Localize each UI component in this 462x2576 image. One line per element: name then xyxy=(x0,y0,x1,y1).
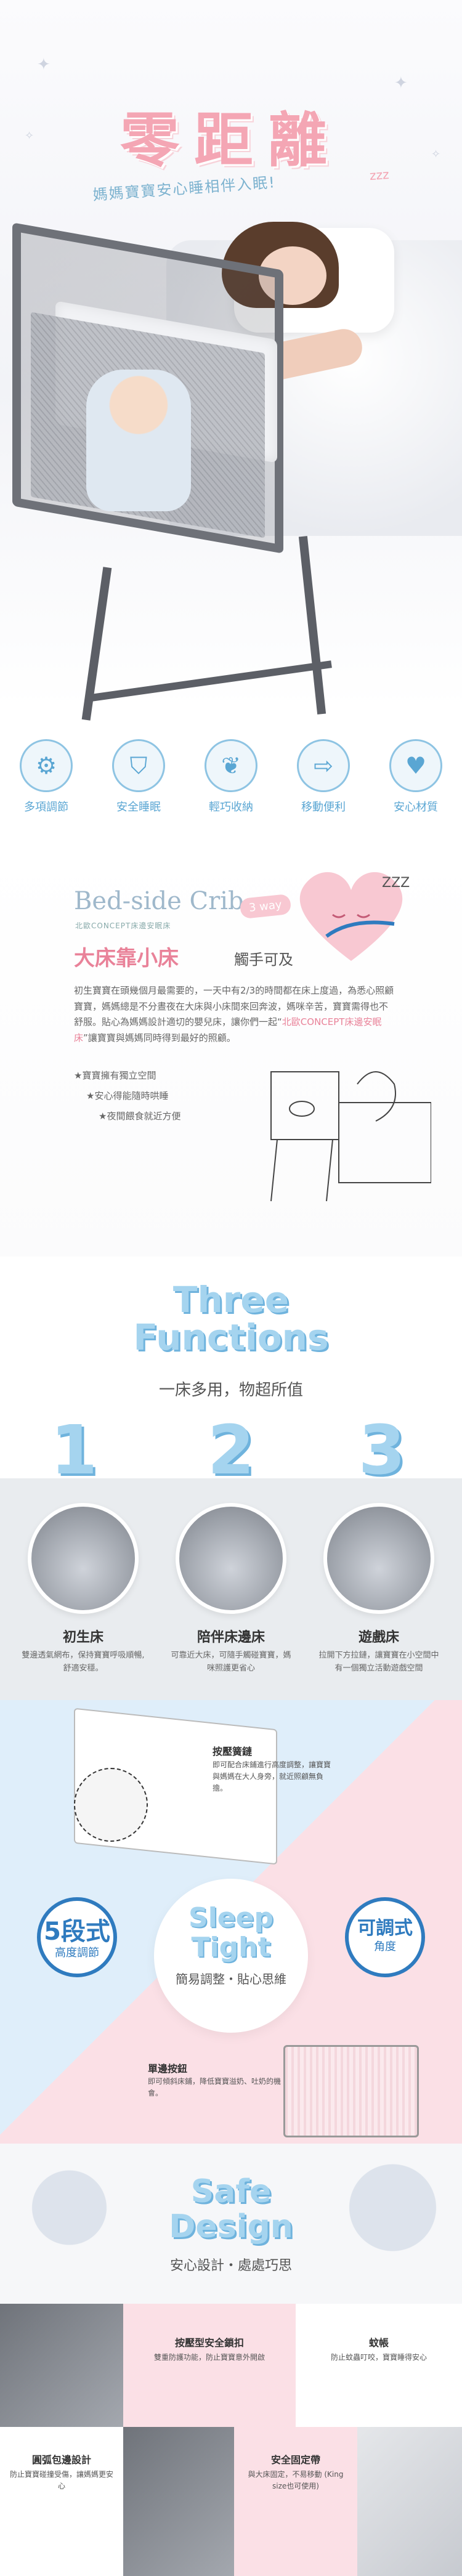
heart-icon: ♥ xyxy=(389,739,442,792)
hinge-closeup xyxy=(74,1768,148,1842)
safe-item-desc: 防止寶寶碰撞受傷，讓媽媽更安心 xyxy=(9,2470,113,2491)
badge-small: 角度 xyxy=(374,1940,396,1953)
feature-icons: ⚙ 多項調節 ⛉ 安全睡眠 ❦ 輕巧收納 ⇨ 移動便利 ♥ 安心材質 xyxy=(0,739,462,838)
function-title: 初生床 xyxy=(62,1630,103,1645)
hero-photo xyxy=(0,203,462,721)
height-badge: 5段式 高度調節 xyxy=(37,1897,117,1977)
move-arrows-icon: ⇨ xyxy=(297,739,350,792)
hinge-title: 按壓簧鏈 xyxy=(213,1746,253,1757)
st-line: Sleep xyxy=(188,1902,274,1934)
safe-design-subtitle: 安心設計・處處巧思 xyxy=(169,2258,292,2274)
feather-icon: ❦ xyxy=(205,739,257,792)
hero-section: ✦ ✦ ✧ ✧ 零距離 媽媽寶寶安心睡相伴入眠! zzz xyxy=(0,0,462,721)
hero-title: 零距離 xyxy=(120,105,342,175)
button-title: 單邊按鈕 xyxy=(148,2063,188,2075)
function-title: 陪伴床邊床 xyxy=(197,1630,265,1645)
safe-item-desc: 防止蚊蟲叮咬，寶寶睡得安心 xyxy=(330,2353,427,2362)
feature-item: ⛉ 安全睡眠 xyxy=(102,739,176,838)
st-subtitle: 簡易調整・貼心思維 xyxy=(176,1971,286,1987)
hinge-desc: 即可配合床鋪進行高度調整，讓寶寶與媽媽在大人身旁，就近照顧無負擔。 xyxy=(213,1760,331,1793)
safe-design-title: Safe Design xyxy=(0,2174,462,2245)
safe-design-section: Safe Design 安心設計・處處巧思 按壓型安全鎖扣 雙重防護功能，防止寶… xyxy=(0,2144,462,2576)
safe-item-desc: 與大床固定，不易移動 (King size也可使用) xyxy=(248,2470,344,2491)
st-line: Tight xyxy=(191,1932,271,1964)
function-photo xyxy=(323,1503,434,1614)
safe-design-header: Safe Design 安心設計・處處巧思 xyxy=(0,2144,462,2304)
bullet-item: ★夜間餵食就近方便 xyxy=(99,1111,181,1122)
safe-item-title: 圓弧包邊設計 xyxy=(31,2454,91,2466)
hero-zz: zzz xyxy=(369,166,390,184)
way-badge: 3 way xyxy=(239,893,292,920)
bedside-mini: 北歐CONCEPT床邊安眠床 xyxy=(75,921,171,930)
bedside-heading: 大床靠小床 xyxy=(74,946,179,971)
safe-item: 蚊帳 防止蚊蟲叮咬，寶寶睡得安心 xyxy=(296,2304,462,2427)
safe-photo xyxy=(0,2304,123,2427)
function-photo xyxy=(28,1503,139,1614)
function-number: 1 xyxy=(50,1411,98,1489)
mosquito-net-photo xyxy=(357,2427,462,2576)
angle-badge: 可調式 角度 xyxy=(345,1897,425,1977)
function-number: 3 xyxy=(358,1411,406,1489)
product-page: ✦ ✦ ✧ ✧ 零距離 媽媽寶寶安心睡相伴入眠! zzz ⚙ 多項調節 ⛉ 安全… xyxy=(0,0,462,2576)
heart-sleep-icon: ZZZ xyxy=(299,872,410,961)
sleep-tight-section: 按壓簧鏈 即可配合床鋪進行高度調整，讓寶寶與媽媽在大人身旁，就近照顧無負擔。 5… xyxy=(0,1700,462,2144)
bedside-section: Bed-side Crib 北歐CONCEPT床邊安眠床 3 way ZZZ 大… xyxy=(0,850,462,1257)
title-line: Functions xyxy=(133,1316,329,1358)
badge-small: 高度調節 xyxy=(55,1946,99,1959)
feature-label: 移動便利 xyxy=(301,801,346,814)
feature-item: ♥ 安心材質 xyxy=(379,739,453,838)
safe-photo xyxy=(123,2427,234,2576)
function-photo xyxy=(176,1503,286,1614)
sparkle-icon: ✦ xyxy=(394,74,408,92)
function-desc: 可靠近大床，可隨手觸碰寶寶，媽咪照護更省心 xyxy=(171,1651,291,1673)
bedside-title: Bed-side Crib xyxy=(74,887,244,915)
title-line: Three xyxy=(172,1279,290,1321)
feature-item: ⇨ 移動便利 xyxy=(286,739,360,838)
feature-label: 輕巧收納 xyxy=(209,801,253,814)
bedside-bullets: ★寶寶擁有獨立空間 ★安心得能隨時哄睡 ★夜間餵食就近方便 xyxy=(74,1066,180,1127)
function-number: 2 xyxy=(207,1411,255,1489)
badge-big: 5段式 xyxy=(44,1918,110,1946)
safe-item-title: 安全固定帶 xyxy=(270,2454,320,2466)
heart-zz: ZZZ xyxy=(382,875,410,891)
crib-leg xyxy=(298,536,326,715)
feature-label: 安心材質 xyxy=(394,801,438,814)
function-desc: 雙邊透氣網布，保持寶寶呼吸順暢,舒適安穩。 xyxy=(22,1651,145,1673)
safe-item-desc: 雙重防護功能，防止寶寶意外開啟 xyxy=(153,2353,265,2362)
feature-item: ⚙ 多項調節 xyxy=(9,739,83,838)
shield-icon: ⛉ xyxy=(112,739,165,792)
safe-item: 圓弧包邊設計 防止寶寶碰撞受傷，讓媽媽更安心 xyxy=(0,2427,123,2576)
safe-item: 安全固定帶 與大床固定，不易移動 (King size也可使用) xyxy=(234,2427,357,2576)
feature-item: ❦ 輕巧收納 xyxy=(194,739,268,838)
crib-image xyxy=(12,222,382,721)
badge-big: 可調式 xyxy=(357,1918,413,1939)
safe-item-title: 蚊帳 xyxy=(368,2337,389,2349)
title-line: Safe xyxy=(190,2173,272,2210)
feature-label: 安全睡眠 xyxy=(116,801,161,814)
body-text: 讓寶寶與媽媽同時得到最好的照顧。 xyxy=(87,1032,236,1043)
baby-image xyxy=(86,370,191,511)
bullet-item: ★安心得能隨時哄睡 xyxy=(86,1090,169,1101)
three-functions-title: Three Functions xyxy=(0,1281,462,1356)
safe-design-grid: 按壓型安全鎖扣 雙重防護功能，防止寶寶意外開啟 蚊帳 防止蚊蟲叮咬，寶寶睡得安心… xyxy=(0,2304,462,2576)
bedside-heading-sub: 觸手可及 xyxy=(234,951,293,968)
crib-bar xyxy=(87,660,332,702)
safe-item: 按壓型安全鎖扣 雙重防護功能，防止寶寶意外開啟 xyxy=(123,2304,296,2427)
bullet-item: ★寶寶擁有獨立空間 xyxy=(74,1070,156,1081)
function-desc: 拉開下方拉鏈，讓寶寶在小空間中有一個獨立活動遊戲空間 xyxy=(318,1651,439,1673)
three-functions-subtitle: 一床多用，物超所值 xyxy=(158,1381,303,1399)
feature-label: 多項調節 xyxy=(24,801,68,814)
title-line: Design xyxy=(169,2208,293,2246)
tilted-crib-illustration xyxy=(283,2045,419,2137)
bedside-sketch-image xyxy=(270,1071,431,1202)
function-title: 遊戲床 xyxy=(358,1630,399,1645)
sleep-tight-center: Sleep Tight 簡易調整・貼心思維 xyxy=(154,1879,308,2033)
button-desc: 即可傾斜床鋪，降低寶寶溢奶、吐奶的機會。 xyxy=(148,2077,282,2098)
gear-icon: ⚙ xyxy=(20,739,73,792)
safe-item-title: 按壓型安全鎖扣 xyxy=(174,2337,244,2349)
sparkle-icon: ✦ xyxy=(37,55,51,74)
